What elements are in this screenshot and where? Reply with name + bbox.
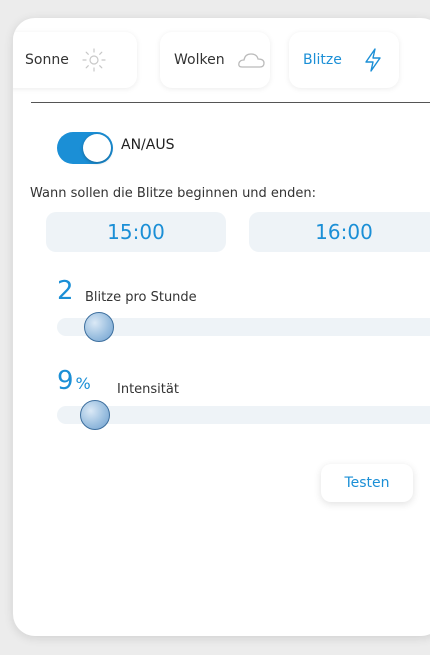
lightning-icon — [364, 48, 382, 72]
on-off-toggle[interactable] — [57, 132, 113, 164]
frequency-value: 2 — [57, 276, 74, 306]
test-button[interactable]: Testen — [321, 464, 413, 502]
tab-label-sonne: Sonne — [25, 52, 69, 68]
frequency-slider-track[interactable] — [57, 312, 430, 342]
tab-label-blitze: Blitze — [303, 52, 342, 68]
intensity-unit: % — [75, 374, 91, 393]
intensity-label: Intensität — [117, 382, 179, 397]
toggle-label: AN/AUS — [121, 137, 175, 153]
end-time-field[interactable]: 16:00 — [249, 212, 430, 252]
tab-blitze[interactable]: Blitze — [289, 32, 399, 88]
tab-label-wolken: Wolken — [174, 52, 225, 68]
intensity-slider-track[interactable] — [57, 400, 430, 430]
start-time-field[interactable]: 15:00 — [46, 212, 226, 252]
toggle-knob — [83, 134, 111, 162]
schedule-question: Wann sollen die Blitze beginnen und ende… — [30, 186, 317, 201]
frequency-slider-knob[interactable] — [84, 312, 114, 342]
tab-divider — [31, 102, 430, 103]
sun-icon — [81, 47, 107, 73]
cloud-icon — [237, 50, 267, 70]
intensity-slider-knob[interactable] — [80, 400, 110, 430]
phone-screen: Sonne Wolken Blitze AN/AUS Wann sollen d… — [13, 18, 430, 636]
intensity-value: 9 — [57, 366, 74, 396]
intensity-value-group: 9% — [57, 366, 91, 396]
tab-sonne[interactable]: Sonne — [13, 32, 137, 88]
tab-wolken[interactable]: Wolken — [160, 32, 270, 88]
weather-tabs: Sonne Wolken Blitze — [13, 18, 430, 102]
frequency-label: Blitze pro Stunde — [85, 290, 197, 305]
